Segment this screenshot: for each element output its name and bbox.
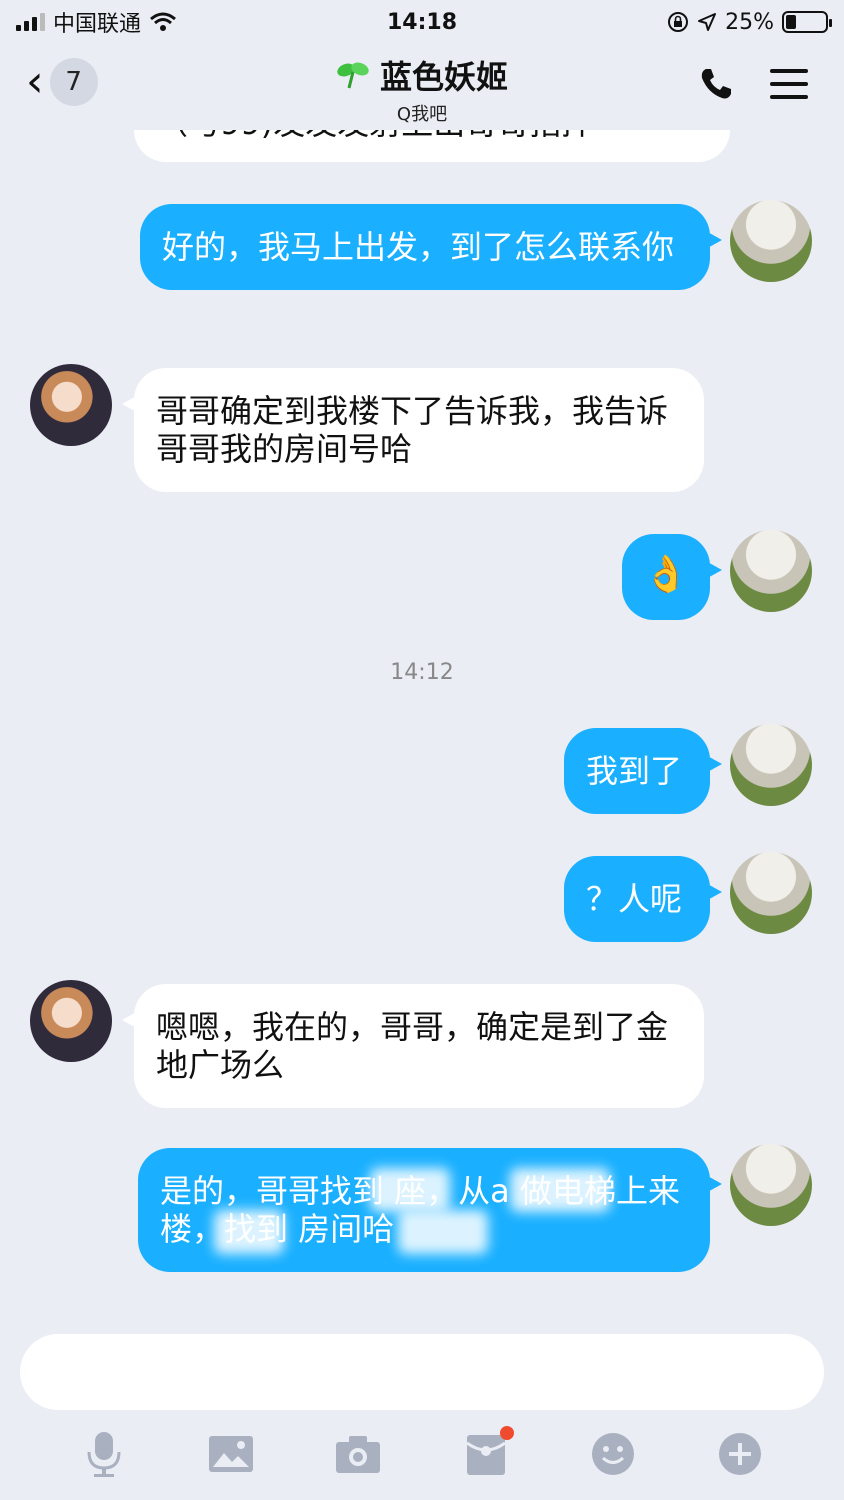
status-bar: 中国联通 14:18 25% — [0, 0, 844, 44]
message-input[interactable] — [20, 1334, 824, 1410]
chat-header: ‹ 7 蓝色妖姬 Q我吧 — [0, 44, 844, 130]
header-actions — [698, 66, 808, 102]
ok-hand-emoji: 👌 — [643, 554, 689, 595]
message-timestamp: 14:12 — [390, 660, 454, 685]
battery-fill — [786, 15, 796, 29]
red-packet-icon — [465, 1435, 506, 1475]
carrier-label: 中国联通 — [53, 12, 142, 37]
phone-icon[interactable] — [698, 66, 734, 102]
message-text: 嗯嗯，我在的，哥哥，确定是到了金地广场么 — [156, 1008, 669, 1084]
redaction-blur — [398, 1210, 488, 1254]
battery-percent: 25% — [725, 9, 774, 35]
message-bubble[interactable]: 哥哥确定到我楼下了告诉我，我告诉哥哥我的房间号哈 — [122, 368, 704, 492]
emoji-button[interactable] — [585, 1426, 641, 1482]
my-avatar[interactable] — [730, 724, 812, 806]
camera-button[interactable] — [330, 1426, 386, 1482]
input-area — [0, 1320, 844, 1500]
menu-icon[interactable] — [770, 69, 808, 99]
status-right: 25% — [667, 9, 832, 35]
wifi-icon — [150, 12, 176, 31]
my-avatar[interactable] — [730, 530, 812, 612]
message-text: ？人呢 — [586, 880, 683, 918]
plus-button[interactable] — [712, 1426, 768, 1482]
redaction-blur — [510, 1168, 610, 1212]
sprout-icon — [337, 62, 369, 89]
message-text: 哥哥确定到我楼下了告诉我，我告诉哥哥我的房间号哈 — [156, 392, 669, 468]
message-bubble[interactable]: 👌 — [622, 534, 722, 620]
message-bubble[interactable]: 我到了 — [564, 728, 722, 814]
battery-icon — [782, 11, 832, 33]
redaction-blur — [370, 1168, 450, 1212]
title-row: 蓝色妖姬 — [336, 52, 508, 98]
my-avatar[interactable] — [730, 1144, 812, 1226]
status-time: 14:18 — [386, 9, 458, 35]
message-bubble[interactable]: 好的，我马上出发，到了怎么联系你 — [140, 204, 722, 290]
red-packet-button[interactable] — [458, 1426, 514, 1482]
plus-icon — [719, 1433, 762, 1475]
image-button[interactable] — [203, 1426, 259, 1482]
emoji-icon — [591, 1433, 634, 1475]
rotation-lock-icon — [668, 12, 689, 32]
contact-avatar[interactable] — [30, 980, 112, 1062]
message-bubble[interactable]: （与99)发发发射上出哥哥指抨 — [134, 130, 730, 162]
contact-avatar[interactable] — [30, 364, 112, 446]
contact-name: 蓝色妖姬 — [379, 58, 508, 96]
notification-dot — [499, 1426, 514, 1440]
message-list[interactable]: （与99)发发发射上出哥哥指抨 好的，我马上出发，到了怎么联系你 哥哥确定到我楼… — [0, 130, 844, 1320]
contact-subtitle: Q我吧 — [396, 104, 448, 125]
signal-icon — [16, 13, 45, 31]
message-text: 我到了 — [586, 752, 683, 790]
mic-icon — [87, 1432, 121, 1477]
message-bubble[interactable]: 嗯嗯，我在的，哥哥，确定是到了金地广场么 — [122, 984, 704, 1108]
image-icon — [208, 1436, 253, 1472]
status-left: 中国联通 — [16, 6, 177, 38]
location-icon — [698, 13, 717, 31]
message-text: 好的，我马上出发，到了怎么联系你 — [162, 228, 675, 266]
message-bubble[interactable]: 是的，哥哥找到 座，从a 做电梯上来 楼，找到 房间哈 — [138, 1148, 722, 1272]
mic-button[interactable] — [76, 1426, 132, 1482]
message-bubble[interactable]: ？人呢 — [564, 856, 722, 942]
input-toolbar — [0, 1424, 844, 1484]
my-avatar[interactable] — [730, 200, 812, 282]
my-avatar[interactable] — [730, 852, 812, 934]
message-text: （与99)发发发射上出哥哥指抨 — [156, 130, 593, 142]
redaction-blur — [214, 1210, 284, 1254]
camera-icon — [336, 1436, 381, 1473]
